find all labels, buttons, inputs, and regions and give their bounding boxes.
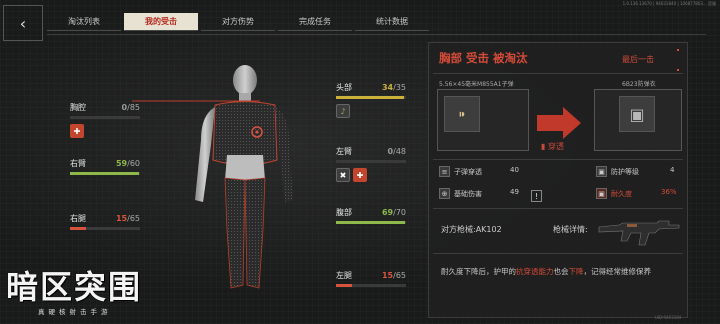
body-status-area: 胸腔 0/85 ✚ 右臂 59/60 右腿 15/65 头部 34/35 ♪ 左…: [40, 40, 418, 290]
bleeding-icon: ✚: [70, 124, 84, 138]
hp-max: /35: [393, 83, 406, 92]
tab-enemy-injuries[interactable]: 对方伤势: [201, 13, 275, 31]
hp-current: 59: [115, 159, 128, 168]
uid-label: UID:9403184: [655, 315, 682, 320]
tab-elimination-list[interactable]: 淘汰列表: [47, 13, 121, 31]
stat-value: 40: [510, 166, 519, 174]
stat-base-damage: ⊕ 基础伤害: [439, 188, 482, 199]
hp-bar: [336, 160, 406, 163]
part-head[interactable]: 头部 34/35 ♪: [336, 82, 406, 118]
tab-divider: [47, 34, 706, 35]
chevron-left-icon: ‹: [19, 13, 27, 33]
weapon-detail-link[interactable]: 枪械详情:: [553, 224, 588, 235]
logo-subtitle: 真硬核射击手游: [38, 308, 112, 316]
ammo-name: 5.56×45毫米M855A1子弹: [439, 81, 514, 88]
hp-current: 15: [115, 214, 128, 223]
hp-max: /70: [393, 208, 406, 217]
stat-label: 基础伤害: [454, 189, 482, 198]
hp-bar: [70, 116, 140, 119]
build-info: 1.0.136.13670 | 94031840 | 106877803... …: [622, 1, 716, 6]
game-logo: 暗区突围 真硬核射击手游: [6, 270, 166, 322]
hp-bar: [336, 284, 406, 287]
hp-max: /65: [393, 271, 406, 280]
back-button[interactable]: ‹: [3, 5, 43, 41]
head-shape: [233, 65, 257, 95]
part-label: 胸腔: [70, 103, 86, 112]
hp-bar: [336, 221, 406, 224]
vest-icon: ▣: [619, 96, 655, 132]
stat-label: 防护等级: [611, 167, 639, 176]
ear-icon: ♪: [336, 104, 350, 118]
part-right-leg[interactable]: 右腿 15/65: [70, 213, 140, 230]
durability-note: 耐久度下降后，护甲的抗穿透能力也会下降，记得经常维修保养: [441, 267, 651, 276]
ammo-card[interactable]: ⁍: [437, 89, 529, 151]
arrow-right-icon: [537, 107, 581, 139]
stat-value: 4: [670, 166, 675, 174]
part-label: 左腿: [336, 271, 352, 280]
stat-value: 36%: [661, 188, 677, 196]
rifle-icon[interactable]: [597, 215, 681, 249]
part-label: 头部: [336, 83, 352, 92]
fracture-icon: ✖: [336, 168, 350, 182]
durability-icon: ▣: [596, 188, 607, 199]
stat-value-wrap: 49: [510, 188, 519, 196]
stat-value-wrap: 4: [670, 166, 674, 174]
part-right-arm[interactable]: 右臂 59/60: [70, 158, 140, 175]
stat-label: 子弹穿透: [454, 167, 482, 176]
warning-icon[interactable]: !: [531, 190, 542, 202]
hit-detail-panel: 胸部 受击 被淘汰 最后一击 5.56×45毫米M855A1子弹 ⁍ 6B23防…: [428, 42, 688, 318]
hp-bar: [70, 172, 140, 175]
hp-max: /65: [127, 214, 140, 223]
hp-current: 15: [381, 271, 394, 280]
part-abdomen[interactable]: 腹部 69/70: [336, 207, 406, 224]
part-chest[interactable]: 胸腔 0/85 ✚: [70, 102, 140, 138]
part-label: 右腿: [70, 214, 86, 223]
last-hit-label: 最后一击: [622, 55, 654, 64]
vest-small-icon: ▣: [596, 166, 607, 177]
stat-penetration: ≡ 子弹穿透: [439, 166, 482, 177]
stat-value: 49: [510, 188, 519, 196]
part-label: 右臂: [70, 159, 86, 168]
stat-durability: ▣ 耐久度: [596, 188, 632, 199]
logo-title: 暗区突围: [6, 268, 143, 306]
armor-name: 6B23防弹衣: [622, 81, 656, 88]
hp-max: /85: [127, 103, 140, 112]
tab-bar: 淘汰列表 我的受击 对方伤势 完成任务 统计数据: [47, 13, 429, 31]
stat-value-wrap: 36%: [661, 188, 677, 196]
body-figure: [195, 65, 293, 289]
enemy-weapon: 对方枪械:AK102: [441, 225, 502, 234]
hp-current: 69: [381, 208, 394, 217]
tab-statistics[interactable]: 统计数据: [355, 13, 429, 31]
crosshair-icon: ⊕: [439, 188, 450, 199]
bleeding-icon: ✚: [353, 168, 367, 182]
part-left-arm[interactable]: 左臂 0/48 ✖ ✚: [336, 146, 406, 182]
bullet-penetration-icon: ≡: [439, 166, 450, 177]
part-label: 腹部: [336, 208, 352, 217]
hp-current: 34: [381, 83, 394, 92]
hp-bar: [70, 227, 140, 230]
part-left-leg[interactable]: 左腿 15/65: [336, 270, 406, 287]
part-label: 左臂: [336, 147, 352, 156]
hp-max: /60: [127, 159, 140, 168]
stat-protection-level: ▣ 防护等级: [596, 166, 639, 177]
bullet-icon: ⁍: [444, 96, 480, 132]
stat-label: 耐久度: [611, 189, 632, 198]
divider: [433, 73, 683, 74]
chest-pointer: [132, 100, 260, 102]
armor-card[interactable]: ▣: [594, 89, 682, 151]
hp-bar: [336, 96, 406, 99]
stat-value-wrap: 40: [510, 166, 519, 174]
hit-headline: 胸部 受击 被淘汰: [439, 51, 528, 65]
tab-my-hits[interactable]: 我的受击: [124, 13, 198, 31]
hp-max: /48: [393, 147, 406, 156]
tab-completed-tasks[interactable]: 完成任务: [278, 13, 352, 31]
penetrate-label: ▮ 穿透: [541, 142, 564, 151]
